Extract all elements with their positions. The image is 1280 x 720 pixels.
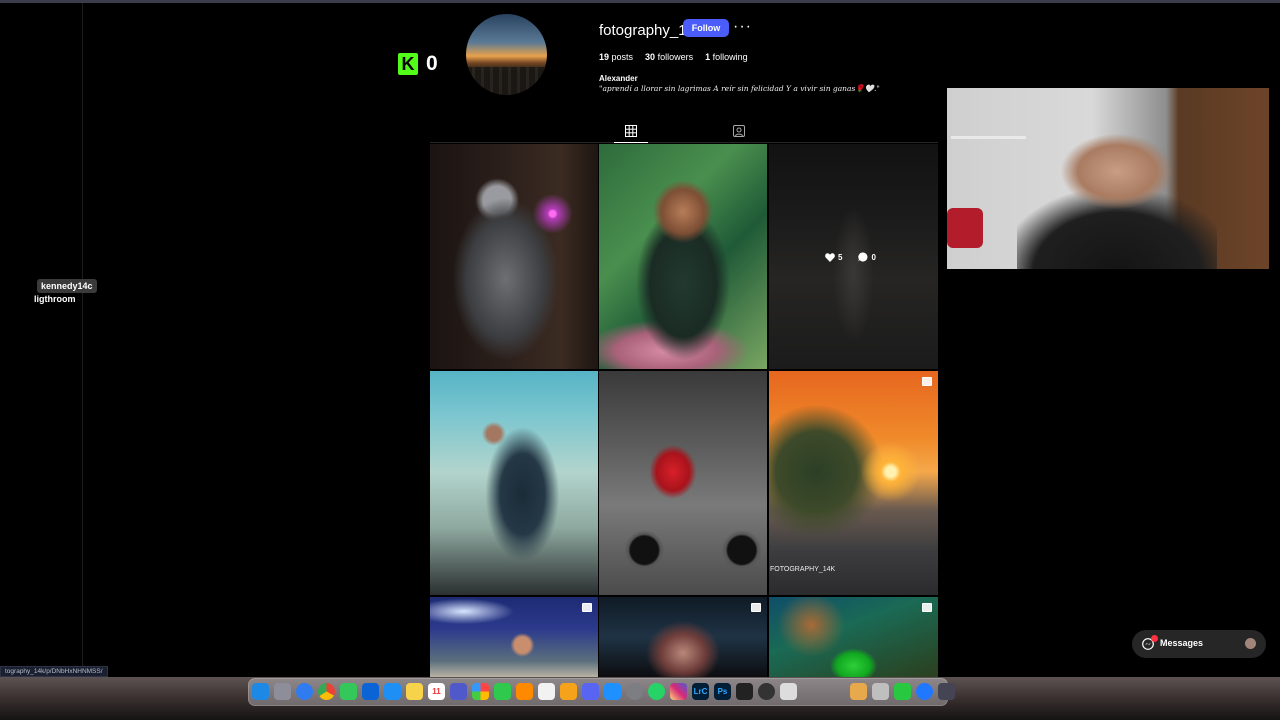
- finder-icon[interactable]: [252, 683, 269, 700]
- webcam-shelf: [951, 136, 1026, 139]
- post-thumbnail-5[interactable]: [599, 371, 767, 595]
- facetime-icon[interactable]: [494, 683, 511, 700]
- outlook-icon[interactable]: [362, 683, 379, 700]
- carousel-icon: [751, 603, 761, 612]
- comment-icon: [858, 252, 868, 262]
- tab-tagged[interactable]: [722, 120, 756, 142]
- post-hover-stats: 5 0: [825, 252, 876, 262]
- calendar-icon[interactable]: 11: [428, 683, 445, 700]
- messages-badge: [1151, 635, 1158, 642]
- messages-button[interactable]: Messages: [1132, 630, 1266, 658]
- post-thumbnail-6[interactable]: FOTOGRAPHY_14K: [769, 371, 938, 595]
- post-thumbnail-4[interactable]: [430, 371, 598, 595]
- webcam-person: [1017, 128, 1217, 269]
- quicktime-icon[interactable]: [916, 683, 933, 700]
- tabs-divider: [430, 142, 938, 143]
- post-thumbnail-2[interactable]: [599, 144, 767, 369]
- instagram-icon[interactable]: [670, 683, 687, 700]
- macos-dock: 11 LrC Ps: [248, 678, 955, 706]
- numbers-icon[interactable]: [894, 683, 911, 700]
- post-thumbnail-8[interactable]: [599, 597, 767, 677]
- avatar-skyline: [466, 67, 547, 95]
- post-watermark: FOTOGRAPHY_14K: [770, 566, 836, 573]
- capcut-icon[interactable]: [736, 683, 753, 700]
- messages-avatar: [1245, 638, 1256, 649]
- textedit-icon[interactable]: [538, 683, 555, 700]
- carousel-icon: [922, 603, 932, 612]
- post-thumbnail-3[interactable]: 5 0: [769, 144, 938, 369]
- user-tag-chip[interactable]: kennedy14c: [37, 279, 97, 293]
- follow-button[interactable]: Follow: [683, 19, 729, 37]
- kick-badge: K 0: [398, 52, 438, 76]
- comments-stat: 0: [858, 252, 876, 262]
- comments-count: 0: [871, 252, 876, 262]
- screen-icon[interactable]: [938, 683, 955, 700]
- post-thumbnail-9[interactable]: [769, 597, 938, 677]
- chrome-icon[interactable]: [318, 683, 335, 700]
- profile-full-name: Alexander: [599, 74, 638, 83]
- heart-icon: [825, 252, 835, 262]
- posts-count: 19: [599, 52, 610, 62]
- likes-count: 5: [838, 252, 843, 262]
- image-file-icon[interactable]: [872, 683, 889, 700]
- launchpad-icon[interactable]: [274, 683, 291, 700]
- following-count: 1: [705, 52, 711, 62]
- photos-icon[interactable]: [472, 683, 489, 700]
- kick-viewer-count: 0: [426, 52, 438, 75]
- carousel-icon: [582, 603, 592, 612]
- more-options-button[interactable]: ···: [733, 17, 751, 37]
- webcam-feed: [947, 88, 1269, 269]
- pages-icon[interactable]: [560, 683, 577, 700]
- activity-icon[interactable]: [758, 683, 775, 700]
- sidebar-divider: [82, 3, 83, 675]
- following-label: following: [712, 52, 748, 62]
- post-thumbnail-1[interactable]: [430, 144, 598, 369]
- messages-app-icon[interactable]: [340, 683, 357, 700]
- tagged-user-icon: [733, 125, 745, 137]
- lightroom-icon[interactable]: LrC: [692, 683, 709, 700]
- mail-icon[interactable]: [384, 683, 401, 700]
- teams-icon[interactable]: [450, 683, 467, 700]
- following-stat[interactable]: 1 following: [705, 52, 748, 62]
- window-top-border: [0, 0, 1280, 3]
- followers-label: followers: [657, 52, 694, 62]
- profile-stats: 19 posts 30 followers 1 following: [599, 52, 748, 62]
- notes-icon[interactable]: [406, 683, 423, 700]
- webcam-chair: [947, 208, 983, 248]
- profile-bio: "aprendí a llorar sin lagrimas A reír si…: [599, 84, 880, 93]
- tab-posts-grid[interactable]: [614, 120, 648, 143]
- messages-label: Messages: [1160, 638, 1204, 648]
- tag-caption: ligthroom: [34, 294, 76, 304]
- followers-count: 30: [645, 52, 656, 62]
- photoshop-icon[interactable]: Ps: [714, 683, 731, 700]
- appstore-icon[interactable]: [604, 683, 621, 700]
- post-thumbnail-7[interactable]: [430, 597, 598, 677]
- carousel-icon: [922, 377, 932, 386]
- folder-icon[interactable]: [850, 683, 867, 700]
- kick-logo-icon: K: [398, 53, 418, 75]
- safari-icon[interactable]: [296, 683, 313, 700]
- profile-avatar[interactable]: [466, 14, 547, 95]
- books-icon[interactable]: [516, 683, 533, 700]
- followers-stat[interactable]: 30 followers: [645, 52, 693, 62]
- discord-icon[interactable]: [582, 683, 599, 700]
- link-status-url: tography_14k/p/DNbHxNHNMSS/: [0, 666, 108, 677]
- whatsapp-icon[interactable]: [648, 683, 665, 700]
- posts-label: posts: [611, 52, 634, 62]
- settings-icon[interactable]: [626, 683, 643, 700]
- preview-icon[interactable]: [780, 683, 797, 700]
- posts-stat: 19 posts: [599, 52, 633, 62]
- grid-icon: [625, 125, 637, 137]
- likes-stat: 5: [825, 252, 842, 262]
